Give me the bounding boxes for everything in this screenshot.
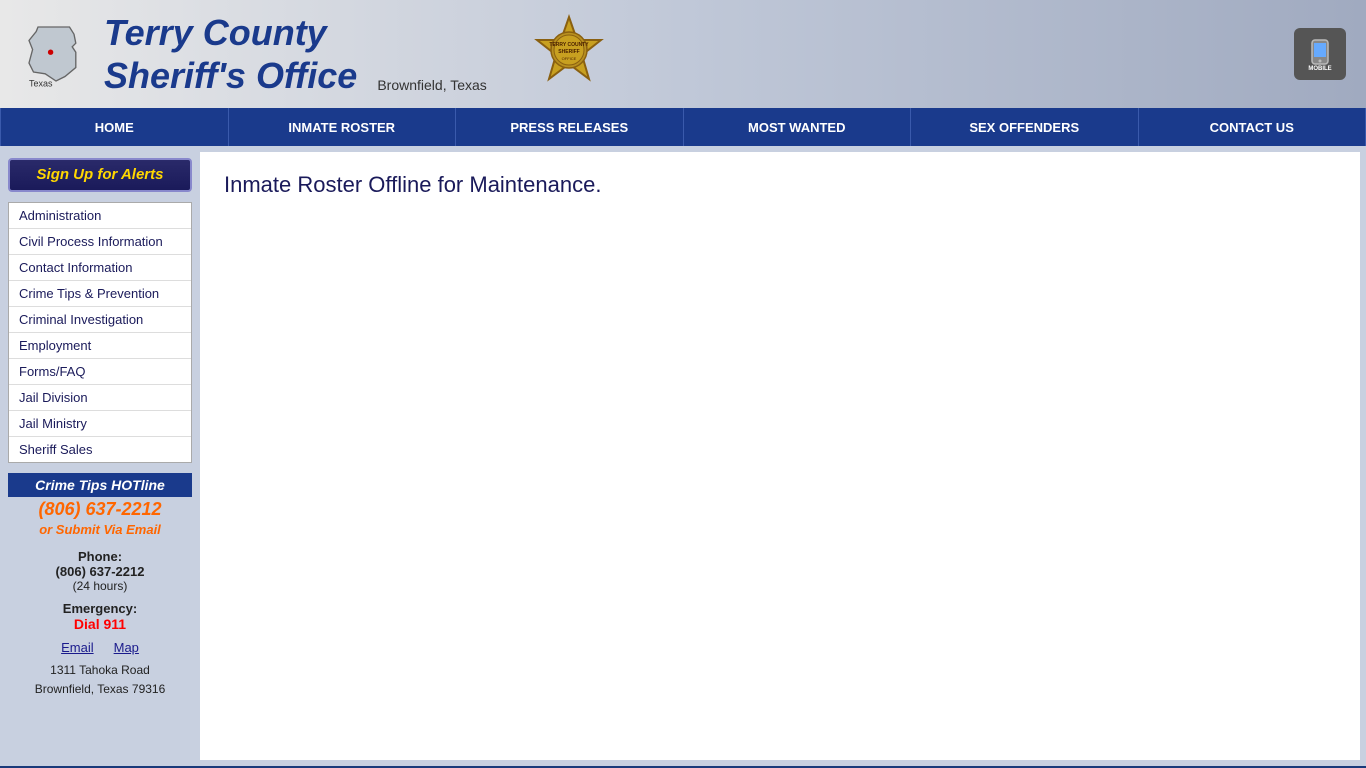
header-location: Brownfield, Texas [377,77,486,97]
svg-text:Texas: Texas [29,78,53,88]
sidebar-item-civil-process[interactable]: Civil Process Information [9,229,191,255]
header: Texas Terry County Sheriff's Office Brow… [0,0,1366,108]
crime-tips-hotline-label: Crime Tips HOTline [8,473,192,497]
main-content: Inmate Roster Offline for Maintenance. [200,152,1360,760]
nav-sex-offenders[interactable]: SEX OFFENDERS [911,108,1139,146]
svg-text:OFFICE: OFFICE [561,56,576,61]
sidebar-item-criminal-investigation[interactable]: Criminal Investigation [9,307,191,333]
svg-text:TERRY COUNTY: TERRY COUNTY [549,42,589,48]
content-wrapper: Sign Up for Alerts Administration Civil … [0,146,1366,766]
phone-hours: (24 hours) [8,579,192,593]
nav-contact-us[interactable]: CONTACT US [1139,108,1366,146]
address-line1: 1311 Tahoka Road [50,663,150,677]
phone-label: Phone: [8,549,192,564]
title-main: Terry County [104,11,357,54]
title-sub: Sheriff's Office [104,54,357,97]
sidebar-item-forms-faq[interactable]: Forms/FAQ [9,359,191,385]
sidebar-item-sheriff-sales[interactable]: Sheriff Sales [9,437,191,462]
main-nav: HOME INMATE ROSTER PRESS RELEASES MOST W… [0,108,1366,146]
emergency-label: Emergency: [8,601,192,616]
nav-inmate-roster[interactable]: INMATE ROSTER [229,108,457,146]
crime-tips-phone[interactable]: (806) 637-2212 [8,497,192,522]
sheriff-badge: TERRY COUNTY SHERIFF OFFICE [529,12,609,97]
sidebar-item-administration[interactable]: Administration [9,203,191,229]
texas-map: Texas [20,18,92,90]
main-title: Inmate Roster Offline for Maintenance. [224,172,1336,198]
sidebar-nav: Administration Civil Process Information… [8,202,192,463]
dial-911[interactable]: Dial 911 [8,616,192,632]
map-link[interactable]: Map [114,640,139,655]
svg-text:SHERIFF: SHERIFF [558,49,579,55]
sidebar-info: Crime Tips HOTline (806) 637-2212 or Sub… [8,473,192,699]
header-title: Terry County Sheriff's Office [104,11,357,97]
logo-area: Texas Terry County Sheriff's Office Brow… [20,11,609,97]
sidebar: Sign Up for Alerts Administration Civil … [0,146,200,766]
nav-home[interactable]: HOME [0,108,229,146]
sidebar-item-contact-info[interactable]: Contact Information [9,255,191,281]
sidebar-item-jail-ministry[interactable]: Jail Ministry [9,411,191,437]
sidebar-links: Email Map [8,640,192,655]
sidebar-item-employment[interactable]: Employment [9,333,191,359]
email-link[interactable]: Email [61,640,94,655]
phone-number: (806) 637-2212 [8,564,192,579]
sign-up-alerts-label: Sign Up for Alerts [37,166,164,183]
nav-most-wanted[interactable]: MOST WANTED [684,108,912,146]
sidebar-item-crime-tips[interactable]: Crime Tips & Prevention [9,281,191,307]
address-line2: Brownfield, Texas 79316 [35,682,166,696]
sidebar-item-jail-division[interactable]: Jail Division [9,385,191,411]
sign-up-alerts-button[interactable]: Sign Up for Alerts [8,158,192,192]
mobile-button[interactable]: MOBILE [1294,28,1346,80]
sidebar-address: 1311 Tahoka Road Brownfield, Texas 79316 [8,661,192,699]
crime-tips-email-label[interactable]: or Submit Via Email [8,522,192,541]
svg-text:MOBILE: MOBILE [1308,66,1331,70]
nav-press-releases[interactable]: PRESS RELEASES [456,108,684,146]
